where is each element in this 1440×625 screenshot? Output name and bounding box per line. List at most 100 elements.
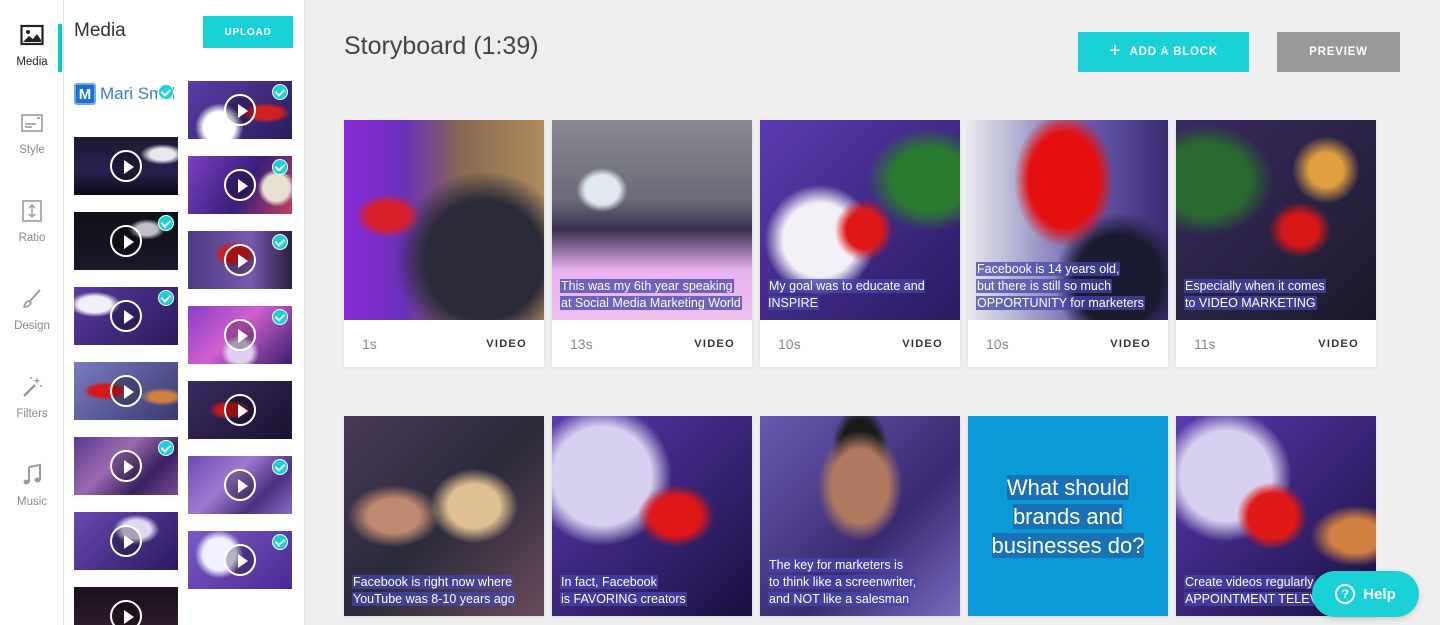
storyboard-block[interactable]: The key for marketers is to think like a…: [760, 416, 960, 616]
block-meta: 10s VIDEO: [760, 320, 960, 367]
media-thumbnail[interactable]: [188, 231, 292, 289]
selected-check-icon: [272, 234, 288, 250]
media-thumbnail[interactable]: [74, 137, 178, 195]
play-icon: [110, 375, 142, 407]
magic-wand-icon: [19, 374, 45, 400]
selected-check-icon: [158, 84, 174, 100]
rail-item-label: Style: [19, 144, 45, 156]
media-thumbnail[interactable]: [188, 381, 292, 439]
play-icon: [110, 225, 142, 257]
play-icon: [110, 600, 142, 625]
play-icon: [110, 150, 142, 182]
upload-button[interactable]: UPLOAD: [203, 16, 293, 48]
storyboard-block[interactable]: Facebook is 14 years old, but there is s…: [968, 120, 1168, 367]
logo-mark: M: [74, 83, 96, 105]
block-caption: This was my 6th year speaking at Social …: [560, 278, 746, 312]
logo-tile[interactable]: M Mari Smith: [74, 80, 178, 108]
media-thumbnail[interactable]: [188, 81, 292, 139]
selected-check-icon: [272, 534, 288, 550]
selected-check-icon: [158, 290, 174, 306]
play-icon: [224, 94, 256, 126]
caption-line: and NOT like a salesman: [768, 592, 911, 606]
block-duration: 10s: [778, 335, 801, 352]
caption-line: but there is still so much: [976, 279, 1113, 293]
block-duration: 13s: [570, 335, 593, 352]
storyboard-block[interactable]: 1s VIDEO: [344, 120, 544, 367]
media-thumbnail[interactable]: [74, 287, 178, 345]
caption-line: to think like a screenwriter,: [768, 575, 918, 589]
caption-line: Facebook is 14 years old,: [976, 262, 1121, 276]
media-thumbnail[interactable]: [188, 531, 292, 589]
block-caption: In fact, Facebook is FAVORING creators: [560, 574, 746, 608]
plus-icon: +: [1109, 39, 1122, 62]
rail-item-style[interactable]: Style: [0, 88, 64, 168]
play-icon: [110, 450, 142, 482]
block-thumbnail: My goal was to educate and INSPIRE: [760, 120, 960, 320]
caption-line: APPOINTMENT TELEVIS: [1184, 592, 1331, 606]
rail-item-label: Filters: [16, 408, 48, 420]
storyboard-block[interactable]: Especially when it comes to VIDEO MARKET…: [1176, 120, 1376, 367]
ratio-icon: [19, 198, 45, 224]
rail-item-design[interactable]: Design: [0, 264, 64, 344]
play-icon: [224, 169, 256, 201]
caption-line: to VIDEO MARKETING: [1184, 296, 1317, 310]
caption-line: This was my 6th year speaking: [560, 279, 734, 293]
rail-item-ratio[interactable]: Ratio: [0, 176, 64, 256]
block-caption: Facebook is 14 years old, but there is s…: [976, 261, 1162, 312]
storyboard-block[interactable]: In fact, Facebook is FAVORING creators: [552, 416, 752, 616]
block-thumbnail: Facebook is right now where YouTube was …: [344, 416, 544, 616]
play-icon: [224, 319, 256, 351]
caption-line: Facebook is right now where: [352, 575, 514, 589]
block-caption: Especially when it comes to VIDEO MARKET…: [1184, 278, 1370, 312]
storyboard-block[interactable]: My goal was to educate and INSPIRE 10s V…: [760, 120, 960, 367]
media-panel: Media UPLOAD M Mari Smith: [64, 0, 305, 625]
caption-line: Create videos regularly: [1184, 575, 1315, 589]
block-caption: Facebook is right now where YouTube was …: [352, 574, 538, 608]
page-title: Storyboard (1:39): [344, 32, 539, 60]
media-thumbnail[interactable]: [74, 587, 178, 625]
rail-item-label: Design: [14, 320, 50, 332]
rail-item-music[interactable]: Music: [0, 440, 64, 520]
block-type: VIDEO: [486, 337, 527, 350]
media-thumbnail[interactable]: [188, 456, 292, 514]
media-thumbnail[interactable]: [74, 437, 178, 495]
media-thumbnail[interactable]: [188, 156, 292, 214]
help-label: Help: [1363, 585, 1396, 603]
media-thumbnail[interactable]: [188, 306, 292, 364]
title-line: brands and: [1012, 503, 1124, 529]
preview-button[interactable]: PREVIEW: [1277, 32, 1400, 72]
play-icon: [224, 244, 256, 276]
add-block-button[interactable]: + ADD A BLOCK: [1078, 32, 1249, 72]
media-thumbnail[interactable]: [74, 212, 178, 270]
play-icon: [110, 525, 142, 557]
caption-line: is FAVORING creators: [560, 592, 687, 606]
block-type: VIDEO: [902, 337, 943, 350]
selected-check-icon: [272, 459, 288, 475]
brush-icon: [19, 286, 45, 312]
selected-check-icon: [272, 84, 288, 100]
play-icon: [224, 469, 256, 501]
caption-line: In fact, Facebook: [560, 575, 658, 589]
block-thumbnail: Especially when it comes to VIDEO MARKET…: [1176, 120, 1376, 320]
play-icon: [110, 300, 142, 332]
help-button[interactable]: ? Help: [1312, 571, 1419, 617]
block-thumbnail: The key for marketers is to think like a…: [760, 416, 960, 616]
storyboard-block[interactable]: What should brands and businesses do?: [968, 416, 1168, 616]
block-duration: 11s: [1194, 335, 1216, 352]
caption-line: The key for marketers is: [768, 558, 905, 572]
title-line: What should: [1006, 474, 1130, 500]
rail-item-media[interactable]: Media: [0, 0, 64, 80]
block-type: VIDEO: [694, 337, 735, 350]
block-thumbnail: This was my 6th year speaking at Social …: [552, 120, 752, 320]
block-title-text: What should brands and businesses do?: [968, 416, 1168, 616]
rail-item-filters[interactable]: Filters: [0, 352, 64, 432]
block-type: VIDEO: [1318, 337, 1359, 350]
panel-title: Media: [74, 20, 126, 41]
block-meta: 13s VIDEO: [552, 320, 752, 367]
media-thumbnail[interactable]: [74, 362, 178, 420]
storyboard-block[interactable]: This was my 6th year speaking at Social …: [552, 120, 752, 367]
storyboard-block[interactable]: Facebook is right now where YouTube was …: [344, 416, 544, 616]
media-thumbnail[interactable]: [74, 512, 178, 570]
style-icon: [19, 110, 45, 136]
block-meta: 11s VIDEO: [1176, 320, 1376, 367]
